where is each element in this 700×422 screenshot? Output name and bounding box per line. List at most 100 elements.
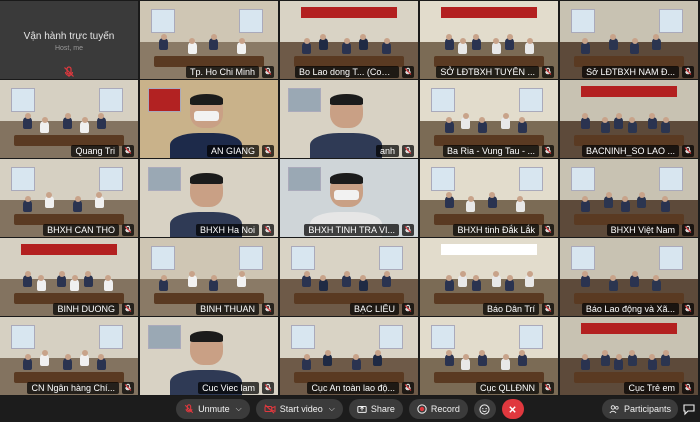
participant-label: Sở LĐTBXH NAM Đ... (560, 64, 698, 79)
participant-label: Cuc Viec lam (140, 380, 278, 395)
participant-name: Bo Lao dong T... (Cohost) (295, 65, 399, 78)
share-button[interactable]: Share (348, 399, 403, 419)
participant-label: BHXH Ha Noi (140, 222, 278, 237)
participant-name: SỞ LĐTBXH TUYÊN ... (436, 65, 539, 78)
participant-label: Cục QLLĐNN (420, 380, 558, 395)
participant-name: BẠC LIÊU (349, 302, 399, 315)
window (291, 324, 316, 349)
participant-video-tile[interactable]: BHXH tinh Đắk Lắk (420, 159, 558, 237)
participant-name: Quang Tri (71, 144, 119, 157)
chat-icon[interactable] (682, 402, 696, 416)
person-hair (189, 94, 223, 105)
participant-label: anh (280, 143, 418, 158)
window (239, 8, 264, 33)
person (23, 358, 33, 371)
share-label: Share (370, 404, 395, 414)
participant-video-tile[interactable]: Tp. Ho Chi Minh (140, 1, 278, 79)
person (608, 279, 618, 292)
person (159, 279, 169, 292)
participant-video-tile[interactable]: BHXH TINH TRA VI... (280, 159, 418, 237)
participant-video-tile[interactable]: SỞ LĐTBXH TUYÊN ... (420, 1, 558, 79)
face-mask (333, 190, 359, 200)
chevron-down-icon[interactable]: ⌵ (236, 404, 242, 414)
person-head (489, 191, 496, 198)
chevron-down-icon[interactable]: ⌵ (329, 404, 335, 414)
participant-video-tile[interactable]: Bo Lao dong T... (Cohost) (280, 1, 418, 79)
start-video-label: Start video (279, 404, 323, 414)
person-head (58, 270, 65, 277)
participants-button[interactable]: Participants (601, 399, 678, 419)
unmute-button[interactable]: Unmute ⌵ (176, 399, 250, 419)
participant-video-tile[interactable]: Cục An toàn lao độ... (280, 317, 418, 395)
background-object (288, 166, 321, 191)
participant-name: BACNINH_SO LAO ... (581, 144, 679, 157)
participant-video-tile[interactable]: BINH DUONG (0, 238, 138, 316)
participant-video-tile[interactable]: BHXH Ha Noi (140, 159, 278, 237)
person-head (24, 270, 31, 277)
reactions-button[interactable] (473, 399, 496, 419)
window (571, 166, 596, 191)
participant-video-tile[interactable]: BACNINH_SO LAO ... (560, 80, 698, 158)
person (614, 358, 624, 371)
window (571, 8, 596, 33)
muted-mic-icon (682, 65, 694, 78)
person (36, 279, 46, 292)
muted-mic-icon (682, 223, 694, 236)
person (70, 279, 80, 292)
end-call-button[interactable] (501, 399, 524, 419)
participant-video-tile[interactable]: BẠC LIÊU (280, 238, 418, 316)
muted-mic-icon (402, 302, 414, 315)
participant-video-tile[interactable]: BHXH Việt Nam (560, 159, 698, 237)
person (458, 42, 468, 55)
person (187, 42, 197, 55)
participant-video-tile[interactable]: Ba Ria - Vung Tau - ... (420, 80, 558, 158)
person-head (210, 33, 217, 40)
participant-name: Ba Ria - Vung Tau - ... (442, 144, 539, 157)
participant-name: Tp. Ho Chi Minh (185, 65, 259, 78)
person (96, 358, 106, 371)
participant-name: Cục An toàn lao độ... (307, 381, 399, 394)
person-head (160, 33, 167, 40)
participant-label: BHXH tinh Đắk Lắk (420, 222, 558, 237)
share-icon (357, 406, 367, 413)
self-video-tile[interactable]: Vận hành trực tuyến Host, me (0, 1, 138, 79)
participant-name: BHXH TINH TRA VI... (304, 223, 399, 236)
person (491, 42, 501, 55)
muted-mic-icon (262, 223, 274, 236)
person (661, 121, 671, 134)
start-video-button[interactable]: Start video ⌵ (255, 399, 343, 419)
window (99, 324, 124, 349)
person (580, 358, 590, 371)
record-button[interactable]: Record (408, 399, 468, 419)
window (151, 8, 176, 33)
person-hair (329, 94, 363, 105)
participant-video-tile[interactable]: Báo Lao động và Xã... (560, 238, 698, 316)
participant-video-tile[interactable]: Cục Trẻ em (560, 317, 698, 395)
muted-mic-icon (402, 65, 414, 78)
participant-video-tile[interactable]: Cục QLLĐNN (420, 317, 558, 395)
participant-video-tile[interactable]: BINH THUAN (140, 238, 278, 316)
participant-video-tile[interactable]: Cuc Viec lam (140, 317, 278, 395)
participant-video-tile[interactable]: Báo Dân Trí (420, 238, 558, 316)
window (151, 245, 176, 270)
participant-video-tile[interactable]: BHXH CAN THO (0, 159, 138, 237)
person-hair (189, 331, 223, 342)
person (517, 121, 527, 134)
person-head (96, 191, 103, 198)
participant-label: BINH DUONG (0, 301, 138, 316)
window (431, 166, 456, 191)
participant-video-tile[interactable]: AN GIANG (140, 80, 278, 158)
participant-video-tile[interactable]: Sở LĐTBXH NAM Đ... (560, 1, 698, 79)
record-label: Record (430, 404, 460, 414)
participant-name: Cục QLLĐNN (475, 381, 539, 394)
participant-label: Ba Ria - Vung Tau - ... (420, 143, 558, 158)
participant-video-tile[interactable]: anh (280, 80, 418, 158)
window (431, 324, 456, 349)
participant-video-tile[interactable]: CN Ngân hàng Chí... (0, 317, 138, 395)
person (525, 42, 535, 55)
muted-mic-icon (262, 65, 274, 78)
person-head (653, 33, 660, 40)
participants-label: Participants (623, 404, 671, 414)
participant-video-tile[interactable]: Quang Tri (0, 80, 138, 158)
close-icon (509, 405, 517, 413)
